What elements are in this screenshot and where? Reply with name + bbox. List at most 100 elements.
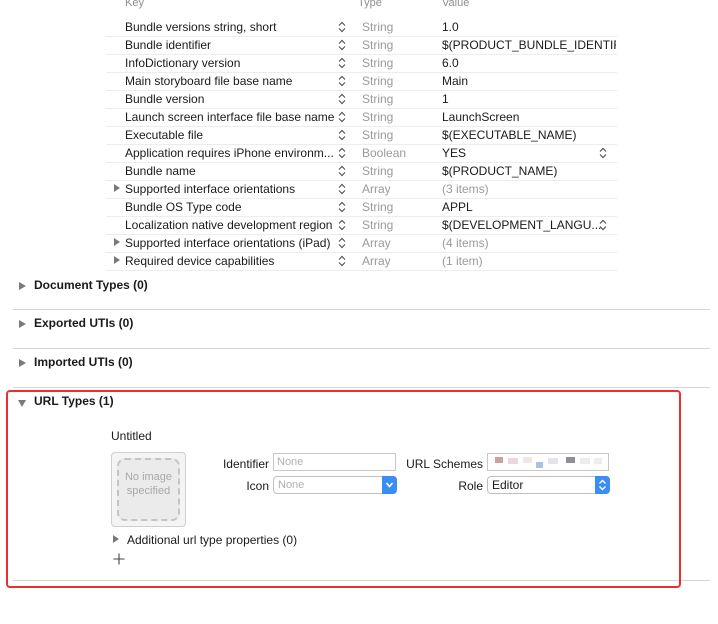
disclosure-triangle-icon[interactable] [114, 256, 120, 264]
plist-row[interactable]: Executable file String $(EXECUTABLE_NAME) [106, 126, 617, 145]
column-header-value[interactable]: Value [442, 0, 469, 9]
plist-type[interactable]: String [362, 218, 393, 232]
value-stepper-icon[interactable] [598, 147, 608, 159]
plist-key[interactable]: Launch screen interface file base name [125, 110, 337, 124]
section-imported-utis[interactable]: Imported UTIs (0) [13, 349, 710, 388]
plist-key[interactable]: InfoDictionary version [125, 56, 337, 70]
key-stepper-icon[interactable] [337, 255, 347, 267]
plist-value[interactable]: APPL [442, 200, 616, 214]
additional-properties-label: Additional url type properties (0) [127, 533, 298, 547]
plist-row[interactable]: Main storyboard file base name String Main [106, 72, 617, 91]
disclosure-triangle-icon[interactable] [19, 320, 26, 328]
column-header-key[interactable]: Key [125, 0, 144, 9]
plist-type[interactable]: Array [362, 254, 391, 268]
plist-type[interactable]: String [362, 200, 393, 214]
key-stepper-icon[interactable] [337, 219, 347, 231]
plist-key[interactable]: Localization native development region [125, 218, 337, 232]
disclosure-triangle-icon[interactable] [19, 282, 26, 290]
plist-type[interactable]: String [362, 110, 393, 124]
key-stepper-icon[interactable] [337, 165, 347, 177]
disclosure-triangle-icon[interactable] [114, 238, 120, 246]
plist-value[interactable]: 6.0 [442, 56, 616, 70]
key-stepper-icon[interactable] [337, 201, 347, 213]
plist-value[interactable]: $(EXECUTABLE_NAME) [442, 128, 616, 142]
redacted-pixel [580, 458, 590, 464]
plist-row[interactable]: Bundle versions string, short String 1.0 [106, 18, 617, 37]
icon-popup[interactable]: None [273, 476, 397, 494]
identifier-field[interactable]: None [273, 453, 396, 471]
plist-row[interactable]: Required device capabilities Array (1 item… [106, 252, 617, 271]
key-stepper-icon[interactable] [337, 21, 347, 33]
plist-value[interactable]: $(DEVELOPMENT_LANGU... [442, 218, 616, 232]
url-schemes-label: URL Schemes [406, 457, 483, 471]
plist-value[interactable]: $(PRODUCT_BUNDLE_IDENTIFIER) [442, 38, 616, 52]
plist-row[interactable]: Bundle identifier String $(PRODUCT_BUNDLE_… [106, 36, 617, 55]
image-well[interactable]: No image specified [111, 452, 186, 527]
key-stepper-icon[interactable] [337, 75, 347, 87]
role-popup[interactable]: Editor [487, 476, 610, 494]
info-plist-table: Key Type Value Bundle versions string, s… [106, 0, 617, 271]
plist-type[interactable]: String [362, 38, 393, 52]
section-exported-utis[interactable]: Exported UTIs (0) [13, 310, 710, 349]
disclosure-triangle-icon[interactable] [113, 535, 119, 543]
plist-type[interactable]: Array [362, 182, 391, 196]
plist-key[interactable]: Supported interface orientations (iPad) [125, 236, 337, 250]
plist-type[interactable]: String [362, 164, 393, 178]
key-stepper-icon[interactable] [337, 237, 347, 249]
url-schemes-field[interactable] [487, 453, 609, 471]
plist-row[interactable]: InfoDictionary version String 6.0 [106, 54, 617, 73]
plist-key[interactable]: Bundle OS Type code [125, 200, 337, 214]
plist-value[interactable]: 1 [442, 92, 616, 106]
redacted-pixel [566, 457, 575, 463]
plist-key[interactable]: Main storyboard file base name [125, 74, 337, 88]
key-stepper-icon[interactable] [337, 111, 347, 123]
popup-chevron-icon[interactable] [595, 476, 610, 494]
plist-value[interactable]: 1.0 [442, 20, 616, 34]
key-stepper-icon[interactable] [337, 93, 347, 105]
plist-key[interactable]: Bundle versions string, short [125, 20, 337, 34]
plist-type[interactable]: Array [362, 236, 391, 250]
popup-chevron-icon[interactable] [382, 476, 397, 494]
plist-value[interactable]: (4 items) [442, 236, 616, 250]
key-stepper-icon[interactable] [337, 183, 347, 195]
key-stepper-icon[interactable] [337, 57, 347, 69]
redacted-pixel [536, 462, 543, 468]
plist-value[interactable]: (1 item) [442, 254, 616, 268]
plist-value[interactable]: LaunchScreen [442, 110, 616, 124]
plist-row[interactable]: Bundle OS Type code String APPL [106, 198, 617, 217]
plist-type[interactable]: String [362, 92, 393, 106]
redacted-pixel [548, 458, 558, 464]
plist-key[interactable]: Required device capabilities [125, 254, 337, 268]
plist-key[interactable]: Bundle version [125, 92, 337, 106]
key-stepper-icon[interactable] [337, 147, 347, 159]
plist-row[interactable]: Launch screen interface file base name St… [106, 108, 617, 127]
plist-type[interactable]: String [362, 128, 393, 142]
plus-icon[interactable] [113, 553, 125, 565]
plist-key[interactable]: Supported interface orientations [125, 182, 337, 196]
plist-type[interactable]: String [362, 20, 393, 34]
disclosure-triangle-icon[interactable] [114, 184, 120, 192]
disclosure-triangle-icon[interactable] [19, 359, 26, 367]
key-stepper-icon[interactable] [337, 39, 347, 51]
plist-row[interactable]: Localization native development region St… [106, 216, 617, 235]
plist-row[interactable]: Supported interface orientations (iPad) A… [106, 234, 617, 253]
plist-row[interactable]: Bundle version String 1 [106, 90, 617, 109]
plist-row[interactable]: Bundle name String $(PRODUCT_NAME) [106, 162, 617, 181]
plist-type[interactable]: Boolean [362, 146, 406, 160]
plist-key[interactable]: Executable file [125, 128, 337, 142]
plist-value[interactable]: YES [442, 146, 616, 160]
plist-type[interactable]: String [362, 74, 393, 88]
plist-value[interactable]: $(PRODUCT_NAME) [442, 164, 616, 178]
section-document-types[interactable]: Document Types (0) [13, 272, 710, 310]
plist-row[interactable]: Application requires iPhone environm... B… [106, 144, 617, 163]
plist-key[interactable]: Bundle name [125, 164, 337, 178]
plist-value[interactable]: (3 items) [442, 182, 616, 196]
column-header-type[interactable]: Type [358, 0, 382, 9]
value-stepper-icon[interactable] [598, 219, 608, 231]
plist-key[interactable]: Bundle identifier [125, 38, 337, 52]
plist-type[interactable]: String [362, 56, 393, 70]
plist-key[interactable]: Application requires iPhone environm... [125, 146, 337, 160]
key-stepper-icon[interactable] [337, 129, 347, 141]
plist-value[interactable]: Main [442, 74, 616, 88]
plist-row[interactable]: Supported interface orientations Array (3 … [106, 180, 617, 199]
